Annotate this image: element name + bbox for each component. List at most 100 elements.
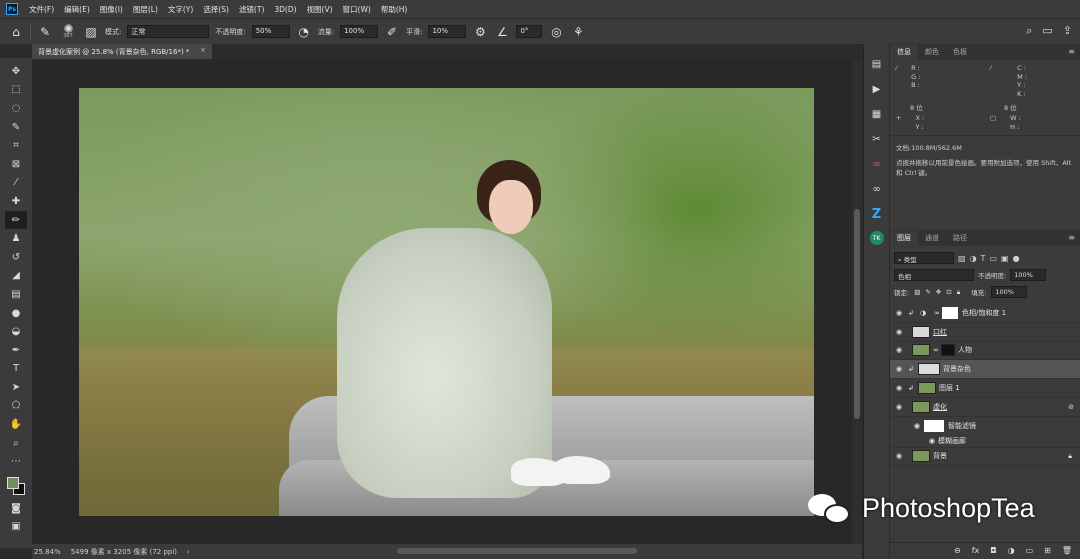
pressure-size-icon[interactable]: ◎ — [548, 25, 564, 39]
vertical-scrollbar[interactable] — [852, 59, 862, 544]
panel-menu-icon[interactable]: ≡ — [1068, 47, 1075, 56]
menu-type[interactable]: 文字(Y) — [163, 4, 198, 15]
filter-adjustment-icon[interactable]: ◑ — [970, 254, 977, 263]
menu-edit[interactable]: 编辑(E) — [59, 4, 95, 15]
filter-mask-thumbnail[interactable] — [924, 420, 944, 433]
horizontal-scroll-thumb[interactable] — [397, 548, 637, 554]
status-arrow-icon[interactable]: › — [187, 548, 190, 556]
menu-window[interactable]: 窗口(W) — [338, 4, 376, 15]
workspace-icon[interactable]: ▭ — [1042, 24, 1052, 38]
type-tool-icon[interactable]: T — [5, 360, 27, 379]
tab-info[interactable]: 信息 — [890, 45, 918, 60]
opacity-field[interactable]: 50% — [251, 25, 290, 38]
plugin-tk-icon[interactable]: TK — [869, 231, 884, 245]
filter-shape-icon[interactable]: ▭ — [989, 254, 997, 263]
color-swatches[interactable] — [4, 475, 28, 499]
visibility-eye-icon[interactable]: ◉ — [890, 403, 908, 411]
menu-3d[interactable]: 3D(D) — [269, 5, 301, 14]
group-folder-icon[interactable]: ▭ — [1026, 546, 1034, 556]
visibility-eye-icon[interactable]: ◉ — [890, 365, 908, 373]
visibility-eye-icon[interactable]: ◉ — [890, 422, 924, 430]
menu-layer[interactable]: 图层(L) — [128, 4, 163, 15]
layer-filter-kind[interactable]: ⌕ 类型 — [894, 252, 954, 264]
menu-image[interactable]: 图像(I) — [95, 4, 128, 15]
airbrush-icon[interactable]: ✐ — [384, 25, 400, 39]
healing-brush-tool-icon[interactable]: ✚ — [5, 192, 27, 211]
marquee-tool-icon[interactable]: ⬚ — [5, 81, 27, 100]
menu-view[interactable]: 视图(V) — [302, 4, 338, 15]
layer-row[interactable]: ◉ ∞ 人物 — [890, 342, 1080, 361]
document-canvas-photo[interactable] — [79, 88, 814, 516]
panel-menu-icon[interactable]: ≡ — [1068, 233, 1075, 242]
menu-file[interactable]: 文件(F) — [24, 4, 59, 15]
lasso-tool-icon[interactable]: ◌ — [5, 99, 27, 118]
mode-select[interactable]: 正常 — [127, 25, 210, 38]
dodge-tool-icon[interactable]: ◒ — [5, 322, 27, 341]
actions-play-icon[interactable]: ▶ — [869, 81, 885, 97]
plugin-red-icon[interactable]: ∞ — [869, 156, 885, 172]
path-select-tool-icon[interactable]: ➤ — [5, 378, 27, 397]
home-icon[interactable]: ⌂ — [8, 25, 24, 39]
layer-opacity-field[interactable]: 100% — [1010, 269, 1047, 281]
link-layers-icon[interactable]: ⊖ — [954, 546, 961, 556]
angle-field[interactable]: 0° — [516, 25, 543, 38]
search-icon[interactable]: ⌕ — [1026, 24, 1032, 38]
layer-row-selected[interactable]: ◉ ↲ 背景杂色 — [890, 360, 1080, 380]
menu-select[interactable]: 选择(S) — [198, 4, 234, 15]
share-icon[interactable]: ⇪ — [1063, 24, 1072, 38]
visibility-eye-icon[interactable]: ◉ — [890, 309, 908, 317]
gear-icon[interactable]: ⚙ — [472, 25, 488, 39]
symmetry-butterfly-icon[interactable]: ⚘ — [570, 25, 586, 39]
tab-color[interactable]: 颜色 — [918, 45, 946, 60]
foreground-color-swatch[interactable] — [7, 477, 19, 490]
zoom-level[interactable]: 25.84% — [34, 548, 61, 556]
clone-stamp-tool-icon[interactable]: ♟ — [5, 229, 27, 248]
tab-swatches[interactable]: 色板 — [946, 45, 974, 60]
screen-mode-icon[interactable]: ▣ — [5, 518, 27, 537]
move-tool-icon[interactable]: ✥ — [5, 62, 27, 81]
flow-field[interactable]: 100% — [340, 25, 379, 38]
lock-position-icon[interactable]: ✥ — [936, 288, 941, 296]
layer-row[interactable]: ◉ 口红 — [890, 323, 1080, 342]
lock-all-icon[interactable]: 🔒︎ — [957, 288, 960, 297]
lock-artboard-icon[interactable]: ⊡ — [946, 288, 951, 296]
gradient-tool-icon[interactable]: ▤ — [5, 285, 27, 304]
layer-row[interactable]: ◉ 背景 🔒︎ — [890, 448, 1080, 467]
adjustment-layer-icon[interactable]: ◑ — [1008, 546, 1015, 556]
quick-mask-icon[interactable]: ◙ — [5, 499, 27, 518]
brush-tool-icon[interactable]: ✏ — [5, 210, 27, 230]
visibility-eye-icon[interactable]: ◉ — [890, 328, 908, 336]
filter-type-icon[interactable]: T — [981, 254, 986, 263]
eraser-tool-icon[interactable]: ◢ — [5, 267, 27, 286]
shape-tool-icon[interactable]: ⬠ — [5, 397, 27, 416]
filter-row[interactable]: ◉ 模糊画廊 — [890, 436, 1080, 448]
quick-select-tool-icon[interactable]: ✎ — [5, 118, 27, 137]
filter-toggle-icon[interactable]: ● — [1013, 254, 1020, 263]
more-tools-icon[interactable]: ⋯ — [5, 452, 27, 471]
brush-settings-icon[interactable]: ▨ — [83, 25, 99, 39]
blend-mode-select[interactable]: 色相 — [894, 269, 974, 281]
history-brush-tool-icon[interactable]: ↺ — [5, 248, 27, 267]
layer-style-fx-icon[interactable]: fx — [972, 546, 980, 556]
pressure-opacity-icon[interactable]: ◔ — [296, 25, 312, 39]
plugin-z-icon[interactable]: Z — [869, 206, 885, 222]
visibility-eye-icon[interactable]: ◉ — [890, 437, 938, 445]
brush-tool-preset-icon[interactable]: ✎ — [37, 25, 53, 39]
smoothing-field[interactable]: 10% — [428, 25, 467, 38]
history-panel-icon[interactable]: ▤ — [869, 56, 885, 72]
filter-pixel-icon[interactable]: ▨ — [958, 254, 966, 263]
lock-pixels-icon[interactable]: ✎ — [925, 288, 930, 296]
plugin-link-icon[interactable]: ∞ — [869, 181, 885, 197]
fill-field[interactable]: 100% — [991, 286, 1028, 298]
properties-panel-icon[interactable]: ▦ — [869, 106, 885, 122]
layer-mask-thumbnail[interactable] — [942, 306, 958, 319]
menu-help[interactable]: 帮助(H) — [376, 4, 413, 15]
hand-tool-icon[interactable]: ✋ — [5, 415, 27, 434]
menu-filter[interactable]: 滤镜(T) — [234, 4, 269, 15]
pen-tool-icon[interactable]: ✒ — [5, 341, 27, 360]
tab-paths[interactable]: 路径 — [946, 231, 974, 246]
crop-tool-icon[interactable]: ⌗ — [5, 136, 27, 155]
blur-tool-icon[interactable]: ● — [5, 304, 27, 323]
close-icon[interactable]: × — [200, 46, 206, 54]
eyedropper-tool-icon[interactable]: ⁄ — [5, 174, 27, 193]
